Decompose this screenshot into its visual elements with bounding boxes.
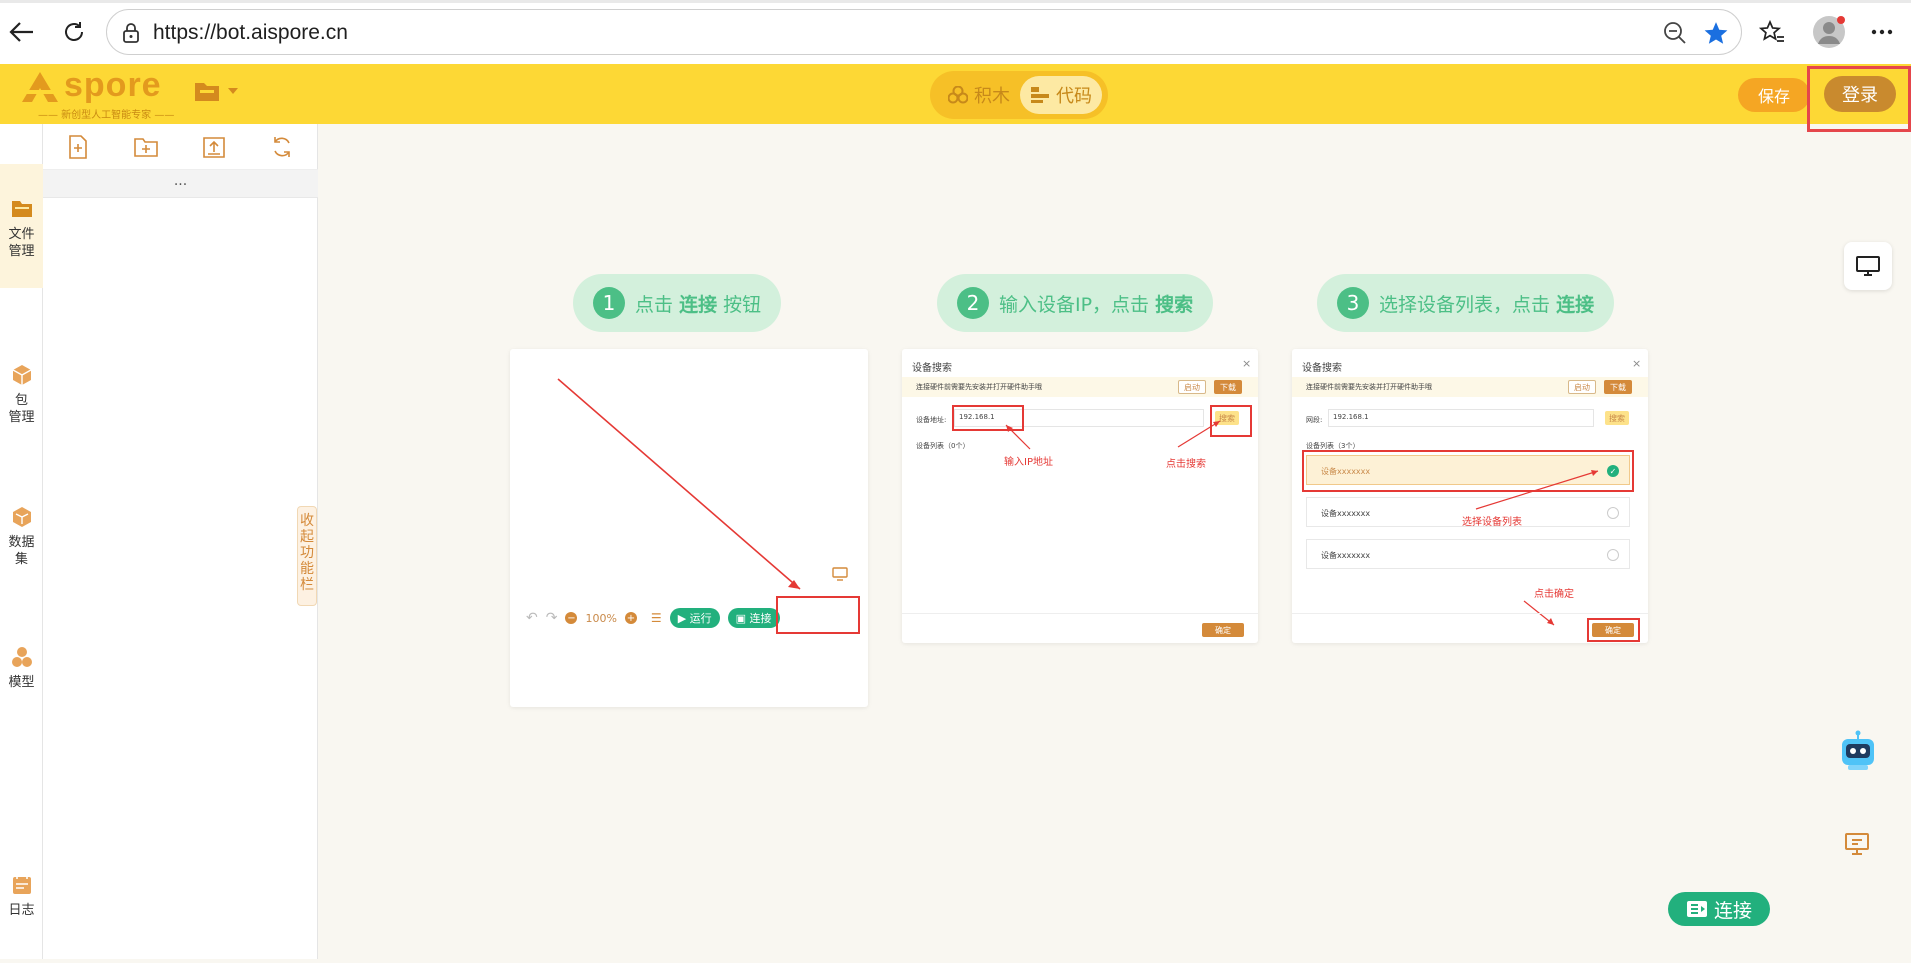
presentation-icon[interactable] [1844,832,1870,856]
sidebar-item-files[interactable]: 文件 管理 [0,164,43,288]
hint-select: 选择设备列表 [1462,517,1522,528]
chevron-down-icon [228,88,238,94]
project-folder-dropdown[interactable] [194,80,242,108]
mode-code-tab[interactable]: 代码 [1020,76,1102,114]
hint-ok: 点击确定 [1534,589,1574,600]
upload-icon[interactable] [201,134,227,160]
sidebar-item-label: 日志 [8,903,35,918]
screen-icon [832,567,848,581]
connect-label: 连接 [1713,899,1752,922]
dataset-icon [12,507,31,527]
step-text: 输入设备IP，点击 搜索 [999,293,1194,316]
guide-image-2: 设备搜索 × 连接硬件前需要先安装并打开硬件助手哦 启动 下载 设备地址: 19… [902,349,1258,643]
address-bar[interactable]: https://bot.aispore.cn [106,9,1742,55]
collapse-panel-button[interactable]: 收起功能栏 [297,506,317,606]
ai-assistant-robot-icon[interactable] [1836,729,1880,773]
highlight-box [776,596,860,634]
mode-code-label: 代码 [1056,86,1092,107]
app-root: spore —— 新创型人工智能专家 —— 积木 代码 保存 登录 文件管理 [0,64,1911,963]
model-icon [11,647,32,667]
mode-blocks-tab[interactable]: 积木 [938,76,1020,114]
format-icon: ☰ [650,611,662,625]
sidebar-item-packages[interactable]: 包管理 [0,364,43,426]
logo-text: spore [64,66,162,104]
file-toolbar [43,124,318,170]
hint-search: 点击搜索 [1166,459,1206,470]
refresh-icon[interactable] [269,134,295,160]
guide-step-3: 3 选择设备列表，点击 连接 [1317,274,1615,332]
sidebar-item-logs[interactable]: 日志 [0,874,43,919]
sidebar-item-label: 文件 管理 [8,227,35,259]
app-header: spore —— 新创型人工智能专家 —— 积木 代码 保存 [0,64,1911,124]
redo-icon: ↷ [545,610,558,626]
file-path: ... [43,170,318,198]
package-icon [12,365,31,385]
highlight-box [1587,618,1640,642]
divider [1292,613,1648,614]
sidebar-item-label: 模型 [8,675,35,690]
connect-button[interactable]: 连接 [1668,892,1770,926]
sidebar-item-label: 数据集 [8,535,35,567]
guide-image-3: 设备搜索 × 连接硬件前需要先安装并打开硬件助手哦 启动 下载 网段: 192.… [1292,349,1648,643]
tab-strip [0,0,1911,3]
arrow-annotation [557,378,801,590]
logo[interactable]: spore —— 新创型人工智能专家 —— [18,66,174,121]
blocks-icon [948,86,968,104]
undo-icon: ↶ [526,610,538,626]
url-text[interactable]: https://bot.aispore.cn [153,21,348,45]
sidebar-item-dataset[interactable]: 数据集 [0,506,43,568]
step-text: 选择设备列表，点击 连接 [1379,293,1595,316]
left-nav-rail: 文件 管理 包管理 数据集 模型 日志 [0,124,43,959]
connect-icon [1686,901,1707,917]
editor-mode-toggle: 积木 代码 [930,71,1108,119]
arrow-annotation [1475,470,1599,626]
mini-ok-button: 确定 [1202,623,1244,637]
step-number: 1 [593,287,625,319]
sidebar-item-label: 包管理 [8,393,35,425]
display-toggle-button[interactable] [1844,242,1892,290]
mini-run-button: ▶ 运行 [669,608,720,628]
step-text: 点击 连接 按钮 [635,293,762,316]
logo-mark-icon [22,72,58,102]
save-button[interactable]: 保存 [1738,78,1810,112]
code-icon [1031,87,1049,103]
guide-step-2: 2 输入设备IP，点击 搜索 [937,274,1214,332]
login-button[interactable]: 登录 [1824,76,1896,112]
zoom-level: 100% [585,611,617,625]
folder-icon [195,83,219,101]
new-file-icon[interactable] [65,134,91,160]
reload-icon[interactable] [58,16,90,48]
more-menu-icon[interactable] [1866,16,1898,48]
zoom-out-icon: − [565,612,578,624]
logo-tagline: —— 新创型人工智能专家 —— [38,110,175,121]
sidebar-item-models[interactable]: 模型 [0,646,43,691]
favorites-list-icon[interactable] [1756,16,1788,48]
guide-image-1: ↶ ↷ − 100% + ☰ ▶ 运行 ▣ 连接 [510,349,868,707]
monitor-icon [1856,256,1880,276]
guide-step-1: 1 点击 连接 按钮 [573,274,782,332]
new-folder-icon[interactable] [133,134,159,160]
profile-avatar-icon[interactable] [1810,13,1848,51]
step-number: 3 [1337,287,1369,319]
divider [902,613,1258,614]
file-panel: ... [43,124,318,959]
log-icon [12,875,31,894]
zoom-out-icon[interactable] [1663,21,1687,45]
collapse-panel-label: 收起功能栏 [300,513,314,593]
folder-icon [11,201,32,217]
browser-toolbar: https://bot.aispore.cn [0,0,1911,64]
hint-ip: 输入IP地址 [1004,457,1053,468]
step-number: 2 [957,287,989,319]
lock-icon[interactable] [121,22,141,44]
mode-blocks-label: 积木 [974,86,1010,107]
mini-connect-button: ▣ 连接 [727,608,780,628]
zoom-in-icon: + [624,612,637,624]
back-icon[interactable] [6,16,38,48]
favorite-star-icon[interactable] [1703,20,1729,46]
